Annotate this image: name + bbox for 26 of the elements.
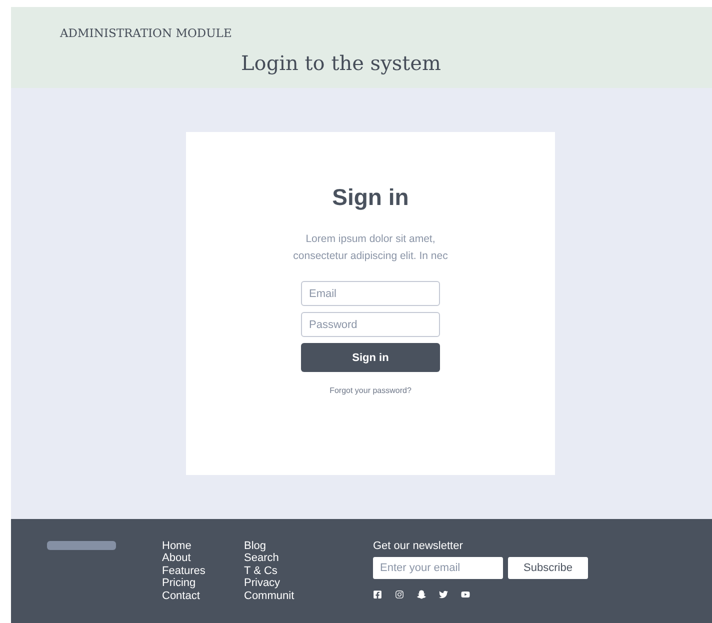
card-title: Sign in bbox=[332, 184, 409, 211]
footer-link[interactable]: Blog bbox=[244, 540, 304, 552]
input-field[interactable]: Email bbox=[301, 281, 440, 306]
logo-placeholder bbox=[47, 541, 116, 550]
description: Lorem ipsum dolor sit amet, consectetur adipiscing elit. In nec bbox=[292, 232, 449, 264]
footer-link[interactable]: Privacy bbox=[244, 577, 304, 590]
play-icon[interactable] bbox=[461, 590, 470, 599]
footer-link[interactable]: Contact bbox=[162, 590, 222, 602]
newsletter-title: Get our newsletter bbox=[373, 540, 464, 552]
forgot-password-link[interactable]: Forgot your password? bbox=[330, 386, 412, 395]
footer-link[interactable]: Search bbox=[244, 552, 304, 565]
bird-icon[interactable] bbox=[439, 590, 448, 599]
camera-icon[interactable] bbox=[395, 590, 404, 599]
email-field[interactable]: Enter your email bbox=[373, 557, 503, 579]
input-field[interactable]: Password bbox=[301, 312, 440, 337]
module-label: ADMINISTRATION MODULE bbox=[60, 26, 232, 40]
footer-link[interactable]: Features bbox=[162, 564, 222, 578]
footer-link[interactable]: Communit bbox=[244, 590, 304, 602]
footer-link[interactable]: Home bbox=[162, 540, 222, 552]
sign-in-button[interactable]: Sign in bbox=[301, 343, 440, 372]
footer-link[interactable]: About bbox=[162, 552, 222, 565]
footer-link[interactable]: Pricing bbox=[162, 577, 222, 590]
ghost-icon[interactable] bbox=[417, 590, 426, 599]
footer-link[interactable]: T & Cs bbox=[244, 564, 304, 578]
subscribe-button[interactable]: Subscribe bbox=[508, 557, 588, 579]
page-title: Login to the system bbox=[241, 51, 441, 75]
